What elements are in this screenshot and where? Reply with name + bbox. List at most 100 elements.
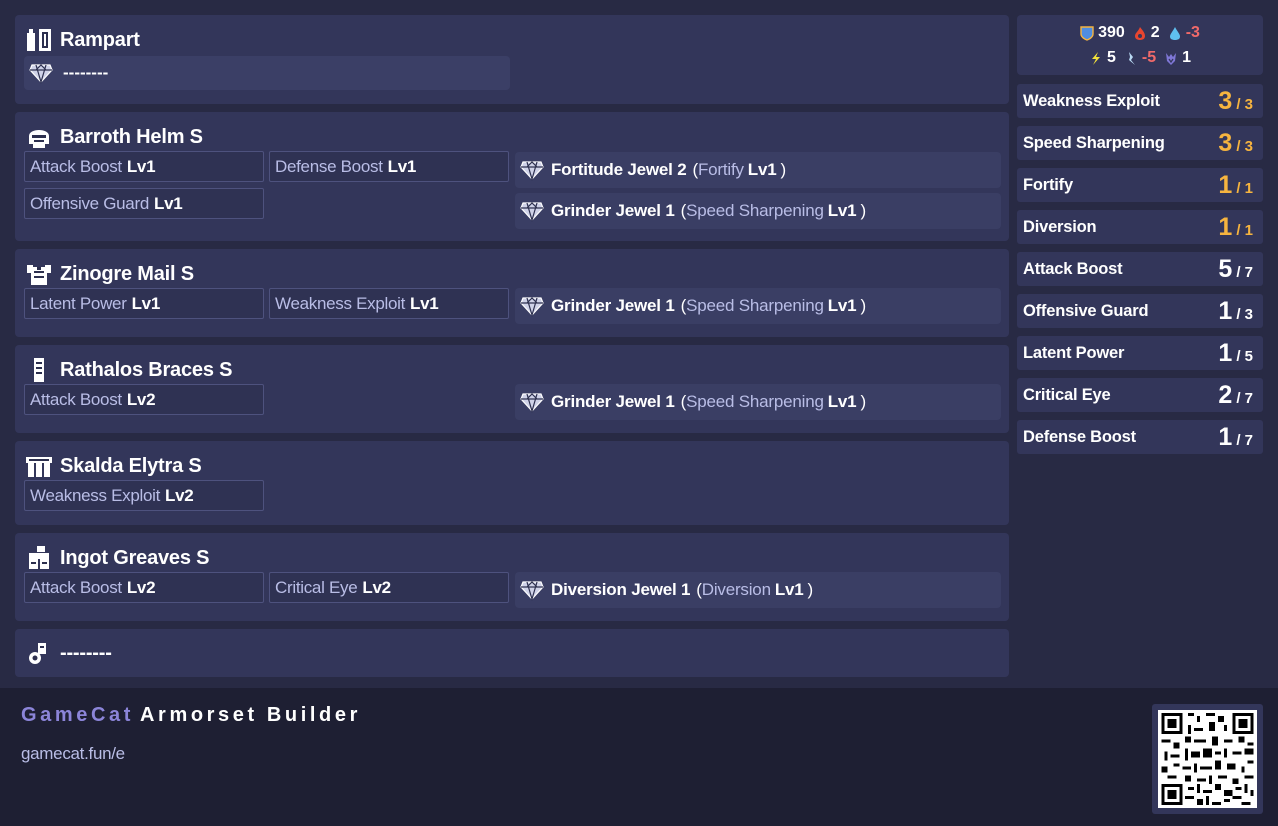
skill-summary-count: 1/ 1 [1218, 171, 1253, 200]
dragon-icon [1166, 52, 1177, 65]
skill-current-level: 3 [1218, 129, 1233, 157]
skill-summary-row[interactable]: Fortify 1/ 1 [1017, 168, 1263, 202]
skill-summary-name: Critical Eye [1023, 385, 1111, 404]
skill-summary-row[interactable]: Offensive Guard 1/ 3 [1017, 294, 1263, 328]
skill-summary-row[interactable]: Defense Boost 1/ 7 [1017, 420, 1263, 454]
water-value: -3 [1185, 24, 1200, 41]
ice-value: -5 [1141, 49, 1157, 66]
armor-skill[interactable]: Weakness Exploit Lv2 [24, 480, 264, 511]
weapon-title: Rampart [25, 27, 140, 53]
legs-armor-title: Ingot Greaves S [25, 545, 209, 571]
skill-level: Lv1 [387, 156, 417, 176]
site-url[interactable]: gamecat.fun/e [21, 744, 125, 764]
skill-summary-name: Fortify [1023, 175, 1073, 194]
skill-summary-count: 1/ 5 [1218, 339, 1253, 368]
braces-icon [34, 358, 44, 382]
close-paren: ) [860, 201, 866, 220]
decoration-slot[interactable]: Diversion Jewel 1 (Diversion Lv1) [515, 572, 1001, 608]
skill-level: Lv2 [126, 577, 156, 597]
decoration-slot[interactable]: Grinder Jewel 1 (Speed Sharpening Lv1) [515, 384, 1001, 420]
skill-current-level: 1 [1218, 213, 1233, 241]
armor-skill[interactable]: Latent Power Lv1 [24, 288, 264, 319]
arms-armor-card[interactable]: Rathalos Braces S Attack Boost Lv2 Grinde… [15, 345, 1009, 433]
close-paren: ) [807, 580, 814, 599]
armor-skill[interactable]: Offensive Guard Lv1 [24, 188, 264, 219]
armor-skill[interactable]: Weakness Exploit Lv1 [269, 288, 509, 319]
armor-skill[interactable]: Attack Boost Lv2 [24, 384, 264, 415]
skill-summary-name: Offensive Guard [1023, 301, 1149, 320]
jewel-skill: Speed Sharpening [686, 296, 824, 315]
footer: GameCat Armorset Builder gamecat.fun/e [0, 688, 1278, 826]
water-icon [1169, 26, 1180, 40]
armor-skill[interactable]: Defense Boost Lv1 [269, 151, 509, 182]
armor-list-panel: Rampart -------- Barroth Helm S Attack B… [0, 0, 1278, 688]
armor-skill[interactable]: Attack Boost Lv2 [24, 572, 264, 603]
skill-summary-name: Speed Sharpening [1023, 133, 1165, 152]
decoration-slot[interactable]: Grinder Jewel 1 (Speed Sharpening Lv1) [515, 288, 1001, 324]
armor-skill[interactable]: Critical Eye Lv2 [269, 572, 509, 603]
weapon-decoration-slot[interactable]: -------- [24, 56, 510, 90]
skill-summary-row[interactable]: Diversion 1/ 1 [1017, 210, 1263, 244]
thunder-icon [1091, 51, 1100, 65]
thunder-resist-stat: 5 [1089, 49, 1116, 67]
talisman-icon [29, 643, 46, 664]
skill-max-level: / 7 [1236, 264, 1253, 281]
jewel-skill: Fortify [697, 160, 744, 179]
skill-summary-count: 2/ 7 [1218, 381, 1253, 410]
coil-icon [26, 457, 52, 477]
jewel-icon [520, 391, 544, 413]
decoration-slot[interactable]: Grinder Jewel 1 (Speed Sharpening Lv1) [515, 193, 1001, 229]
skill-current-level: 5 [1218, 255, 1233, 283]
talisman-card[interactable]: -------- [15, 629, 1009, 677]
waist-armor-title: Skalda Elytra S [25, 453, 202, 479]
skill-max-level: / 7 [1236, 390, 1253, 407]
skill-max-level: / 1 [1236, 180, 1253, 197]
skill-summary-row[interactable]: Critical Eye 2/ 7 [1017, 378, 1263, 412]
skill-level: Lv2 [362, 577, 391, 597]
weapon-card[interactable]: Rampart -------- [15, 15, 1009, 104]
qr-code[interactable] [1152, 704, 1263, 814]
chest-armor-card[interactable]: Zinogre Mail S Latent Power Lv1 Weakness … [15, 249, 1009, 337]
skill-level: Lv2 [165, 485, 194, 505]
weapon-name: Rampart [60, 28, 140, 51]
jewel-name: Grinder Jewel 1 [551, 296, 675, 315]
jewel-name: Grinder Jewel 1 [551, 201, 675, 220]
jewel-icon [520, 200, 544, 222]
armor-skill[interactable]: Attack Boost Lv1 [24, 151, 264, 182]
skill-summary-row[interactable]: Weakness Exploit 3/ 3 [1017, 84, 1263, 118]
skill-name: Offensive Guard [30, 193, 149, 213]
mail-icon [27, 265, 51, 285]
jewel-icon [520, 159, 544, 181]
skill-current-level: 1 [1218, 297, 1233, 325]
head-armor-card[interactable]: Barroth Helm S Attack Boost Lv1 Defense B… [15, 112, 1009, 241]
skill-max-level: / 7 [1236, 432, 1253, 449]
shield-icon [1080, 25, 1094, 41]
brand-name: GameCat [21, 704, 135, 726]
close-paren: ) [860, 392, 866, 411]
jewel-name: Fortitude Jewel 2 [551, 160, 687, 179]
legs-armor-card[interactable]: Ingot Greaves S Attack Boost Lv2 Critical… [15, 533, 1009, 621]
skill-summary-row[interactable]: Speed Sharpening 3/ 3 [1017, 126, 1263, 160]
skill-summary-name: Diversion [1023, 217, 1097, 236]
jewel-icon [29, 62, 53, 84]
jewel-skill: Diversion [701, 580, 771, 599]
skill-name: Attack Boost [30, 156, 122, 176]
skill-name: Critical Eye [275, 577, 358, 597]
waist-armor-card[interactable]: Skalda Elytra S Weakness Exploit Lv2 [15, 441, 1009, 525]
skill-summary-name: Weakness Exploit [1023, 91, 1160, 110]
decoration-slot[interactable]: Fortitude Jewel 2 (Fortify Lv1) [515, 152, 1001, 188]
water-resist-stat: -3 [1168, 24, 1200, 42]
talisman-name: -------- [60, 641, 112, 664]
skill-max-level: / 5 [1236, 348, 1253, 365]
skill-level: Lv1 [126, 156, 156, 176]
skill-summary-row[interactable]: Attack Boost 5/ 7 [1017, 252, 1263, 286]
empty-slot-label: -------- [63, 63, 109, 82]
jewel-level: Lv1 [827, 392, 857, 411]
skill-name: Attack Boost [30, 389, 122, 409]
skill-summary-row[interactable]: Latent Power 1/ 5 [1017, 336, 1263, 370]
chest-armor-title: Zinogre Mail S [25, 261, 194, 287]
skill-current-level: 1 [1218, 171, 1233, 199]
dragon-resist-stat: 1 [1164, 49, 1191, 67]
greaves-icon [29, 546, 49, 569]
jewel-icon [520, 579, 544, 601]
